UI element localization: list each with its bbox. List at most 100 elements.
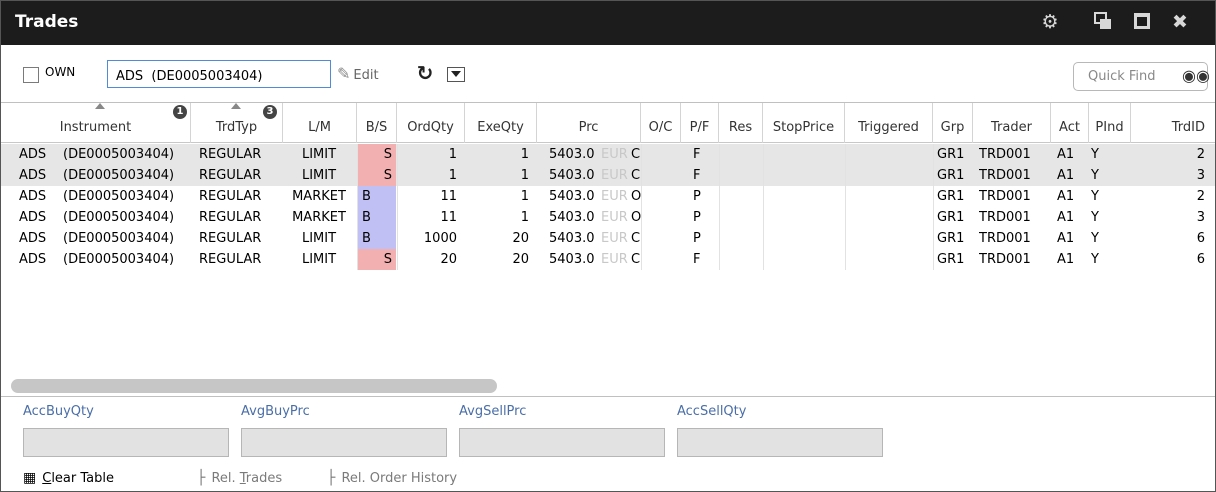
rel-order-history-button[interactable]: ├ Rel. Order History bbox=[327, 470, 457, 486]
cell-trdid: 3 bbox=[1196, 210, 1205, 225]
cell-lm: LIMIT bbox=[301, 231, 337, 246]
col-instrument[interactable]: 1 Instrument bbox=[1, 103, 191, 143]
edit-button[interactable]: ✎ Edit bbox=[337, 64, 379, 84]
col-ordqty[interactable]: OrdQty bbox=[397, 103, 465, 143]
col-prc[interactable]: Prc bbox=[537, 103, 641, 143]
tree-icon: ├ bbox=[197, 470, 206, 486]
col-exeqty[interactable]: ExeQty bbox=[465, 103, 537, 143]
col-oc[interactable]: O/C bbox=[641, 103, 681, 143]
col-triggered[interactable]: Triggered bbox=[845, 103, 933, 143]
col-trader[interactable]: Trader bbox=[973, 103, 1051, 143]
cell-trdtyp: REGULAR bbox=[199, 147, 262, 162]
cell-lm: LIMIT bbox=[301, 147, 337, 162]
cell-stopprice bbox=[763, 207, 845, 228]
column-divider bbox=[933, 207, 934, 228]
sort-order-badge: 1 bbox=[173, 105, 187, 119]
cell-instrument-isin: (DE0005003404) bbox=[63, 189, 175, 204]
own-label: OWN bbox=[45, 65, 76, 79]
cell-stopprice bbox=[763, 186, 845, 207]
column-divider bbox=[933, 249, 934, 270]
col-pind[interactable]: PInd bbox=[1089, 103, 1131, 143]
col-grp[interactable]: Grp bbox=[933, 103, 973, 143]
quick-find-input[interactable]: Quick Find ◉◉ bbox=[1073, 62, 1210, 91]
cell-pind: Y bbox=[1091, 147, 1099, 162]
cell-ordqty: 1 bbox=[448, 147, 457, 162]
cell-trdtyp: REGULAR bbox=[199, 210, 262, 225]
cell-trader: TRD001 bbox=[979, 168, 1031, 183]
cell-instrument-sym: ADS bbox=[19, 252, 47, 267]
trades-window: Trades ⚙ ✖ OWN ✎Edit ↻ Quick Find ◉◉ 1 I… bbox=[0, 0, 1216, 492]
acc-sell-qty-label: AccSellQty bbox=[677, 404, 747, 419]
edit-icon: ✎ bbox=[337, 64, 351, 83]
cell-oc: C bbox=[631, 147, 641, 162]
rel-trades-button[interactable]: ├ Rel. Trades bbox=[197, 470, 282, 486]
instrument-input[interactable] bbox=[107, 60, 331, 88]
cell-res bbox=[719, 165, 763, 186]
quick-find-placeholder: Quick Find bbox=[1088, 69, 1156, 84]
cell-pf: P bbox=[693, 210, 701, 225]
own-checkbox[interactable] bbox=[23, 67, 39, 83]
maximize-icon[interactable] bbox=[1131, 11, 1153, 33]
col-trdid[interactable]: TrdID bbox=[1131, 103, 1215, 143]
edit-label: Edit bbox=[353, 68, 379, 83]
sort-order-badge: 3 bbox=[263, 105, 277, 119]
col-lm[interactable]: L/M bbox=[283, 103, 357, 143]
dropdown-button[interactable] bbox=[447, 67, 465, 82]
cell-trdtyp: REGULAR bbox=[199, 189, 262, 204]
cell-res bbox=[719, 186, 763, 207]
cell-stopprice bbox=[763, 165, 845, 186]
cell-trdid: 2 bbox=[1196, 189, 1205, 204]
refresh-icon[interactable]: ↻ bbox=[413, 61, 437, 85]
acc-sell-qty-field bbox=[677, 428, 883, 457]
binoculars-icon[interactable]: ◉◉ bbox=[1182, 66, 1210, 85]
gear-icon[interactable]: ⚙ bbox=[1039, 11, 1061, 33]
cell-triggered bbox=[845, 165, 933, 186]
table-row[interactable]: ADS (DE0005003404) REGULAR MARKET B 11 1 5403.0… bbox=[1, 207, 1215, 228]
cell-triggered bbox=[845, 207, 933, 228]
cell-bs: S bbox=[358, 144, 396, 165]
table-row[interactable]: ADS (DE0005003404) REGULAR LIMIT B 1000 20 5403… bbox=[1, 228, 1215, 249]
cell-trdtyp: REGULAR bbox=[199, 168, 262, 183]
cell-trdid: 2 bbox=[1196, 147, 1205, 162]
col-stopprice[interactable]: StopPrice bbox=[763, 103, 845, 143]
cell-act: A1 bbox=[1057, 168, 1075, 183]
avg-sell-prc-label: AvgSellPrc bbox=[459, 404, 527, 419]
cell-stopprice bbox=[763, 249, 845, 270]
detach-icon[interactable] bbox=[1092, 11, 1114, 33]
cell-bs: S bbox=[358, 165, 396, 186]
cell-trdid: 6 bbox=[1196, 252, 1205, 267]
cell-res bbox=[719, 144, 763, 165]
horizontal-scrollbar[interactable] bbox=[11, 379, 497, 393]
cell-oc: O bbox=[631, 189, 642, 204]
cell-trader: TRD001 bbox=[979, 231, 1031, 246]
table-row[interactable]: ADS (DE0005003404) REGULAR LIMIT S 20 20 5403.0… bbox=[1, 249, 1215, 270]
col-bs[interactable]: B/S bbox=[357, 103, 397, 143]
close-icon[interactable]: ✖ bbox=[1169, 11, 1191, 33]
cell-instrument-isin: (DE0005003404) bbox=[63, 231, 175, 246]
clear-table-button[interactable]: ▦ Clear Table bbox=[23, 470, 114, 486]
cell-instrument-sym: ADS bbox=[19, 210, 47, 225]
cell-instrument-isin: (DE0005003404) bbox=[63, 147, 175, 162]
col-res[interactable]: Res bbox=[719, 103, 763, 143]
col-trdtyp[interactable]: 3 TrdTyp bbox=[191, 103, 283, 143]
col-pf[interactable]: P/F bbox=[681, 103, 719, 143]
cell-act: A1 bbox=[1057, 189, 1075, 204]
cell-pf: F bbox=[693, 147, 701, 162]
cell-oc: C bbox=[631, 231, 641, 246]
cell-prc: 5403.0 bbox=[549, 210, 595, 225]
cell-pind: Y bbox=[1091, 231, 1099, 246]
cell-trdtyp: REGULAR bbox=[199, 231, 262, 246]
title-bar: Trades ⚙ ✖ bbox=[1, 1, 1215, 45]
cell-trdid: 6 bbox=[1196, 231, 1205, 246]
cell-prc: 5403.0 bbox=[549, 189, 595, 204]
table-row[interactable]: ADS (DE0005003404) REGULAR LIMIT S 1 1 5403.0 EU… bbox=[1, 144, 1215, 165]
cell-oc: O bbox=[631, 210, 642, 225]
cell-exeqty: 1 bbox=[520, 168, 529, 183]
col-act[interactable]: Act bbox=[1051, 103, 1089, 143]
table-row[interactable]: ADS (DE0005003404) REGULAR MARKET B 11 1 5403.0… bbox=[1, 186, 1215, 207]
table-row[interactable]: ADS (DE0005003404) REGULAR LIMIT S 1 1 5403.0 EU… bbox=[1, 165, 1215, 186]
cell-instrument-sym: ADS bbox=[19, 147, 47, 162]
clear-table-icon: ▦ bbox=[23, 470, 37, 486]
sort-asc-icon bbox=[231, 103, 241, 109]
cell-ordqty: 11 bbox=[440, 210, 457, 225]
